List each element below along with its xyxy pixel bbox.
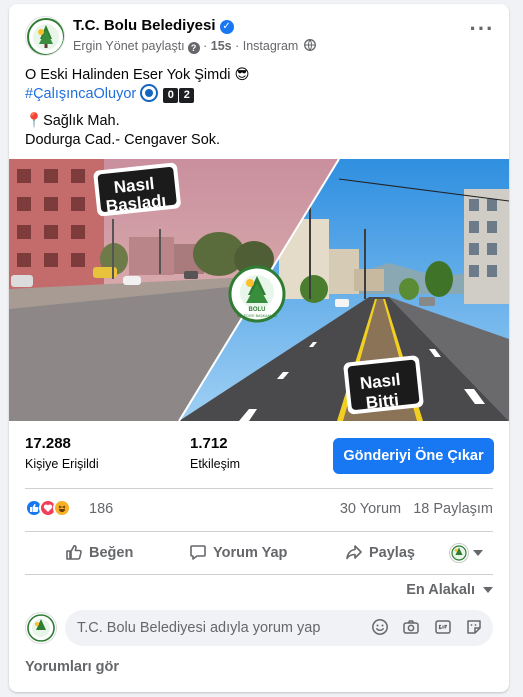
chevron-down-icon xyxy=(483,587,493,594)
gif-icon[interactable] xyxy=(434,618,452,636)
author-line: Ergin Yönet paylaştı xyxy=(73,39,185,53)
composer-icons xyxy=(362,618,483,641)
commenter-avatar xyxy=(25,612,57,644)
share-label: Paylaş xyxy=(369,545,415,561)
page-name-text[interactable]: T.C. Bolu Belediyesi xyxy=(73,17,216,34)
reach-stat[interactable]: 17.288 Kişiye Erişildi xyxy=(25,435,99,471)
camera-icon[interactable] xyxy=(402,618,420,636)
help-icon[interactable]: ? xyxy=(187,42,200,54)
comment-placeholder: T.C. Bolu Belediyesi adıyla yorum yap xyxy=(77,620,321,636)
sticker-icon[interactable] xyxy=(465,618,483,636)
nazar-icon xyxy=(142,86,157,100)
post-insights: 17.288 Kişiye Erişildi 1.712 Etkileşim G… xyxy=(9,421,509,487)
post-card: T.C. Bolu Belediyesi ✓ Ergin Yönet paylaş… xyxy=(9,4,509,692)
hashtag-link[interactable]: #ÇalışıncaOluyor xyxy=(25,86,136,102)
caption-line-2: #ÇalışıncaOluyor 02 xyxy=(25,85,493,104)
bolu-logo-icon: BOLU BELEDİYE BAŞKANLIĞI xyxy=(228,265,286,323)
action-bar: Beğen Yorum Yap Paylaş xyxy=(25,534,493,572)
reach-label: Kişiye Erişildi xyxy=(25,457,99,471)
post-source: Instagram xyxy=(242,39,299,53)
logo-subtext: BELEDİYE BAŞKANLIĞI xyxy=(237,313,277,318)
boost-post-button[interactable]: Gönderiyi Öne Çıkar xyxy=(333,438,494,474)
page-avatar-small xyxy=(449,543,469,563)
verified-badge-icon: ✓ xyxy=(219,20,234,34)
reach-value: 17.288 xyxy=(25,435,71,452)
comment-composer: T.C. Bolu Belediyesi adıyla yorum yap xyxy=(25,610,493,646)
comment-input[interactable]: T.C. Bolu Belediyesi adıyla yorum yap xyxy=(65,610,493,646)
caption-line-1: O Eski Halinden Eser Yok Şimdi 😎 xyxy=(25,67,250,83)
comment-button[interactable]: Yorum Yap xyxy=(189,534,287,572)
like-button[interactable]: Beğen xyxy=(65,534,133,572)
more-options-icon[interactable]: ··· xyxy=(467,18,497,46)
post-as-selector[interactable] xyxy=(449,543,483,563)
engagement-label: Etkileşim xyxy=(190,457,241,471)
engagement-stat[interactable]: 1.712 Etkileşim xyxy=(190,435,240,471)
comment-label: Yorum Yap xyxy=(213,545,288,561)
share-count[interactable]: 18 Paylaşım xyxy=(413,501,493,517)
share-button[interactable]: Paylaş xyxy=(345,534,415,572)
post-image[interactable]: Nasıl Başladı Nasıl Bitti BOLU BELEDİYE xyxy=(9,159,509,421)
view-comments-link[interactable]: Yorumları gör xyxy=(25,659,119,675)
pin-icon: 📍 xyxy=(25,113,44,129)
page-name[interactable]: T.C. Bolu Belediyesi ✓ xyxy=(73,17,234,34)
like-label: Beğen xyxy=(89,545,134,561)
comment-sort-dropdown[interactable]: En Alakalı xyxy=(406,582,493,598)
logo-text: BOLU xyxy=(249,307,266,313)
after-label-2: Bitti xyxy=(365,390,400,412)
divider xyxy=(25,531,493,532)
reactions-row: 186 30 Yorum 18 Paylaşım xyxy=(25,499,493,521)
keycap-0: 0 xyxy=(163,88,179,103)
page-avatar[interactable] xyxy=(25,16,65,56)
comment-count[interactable]: 30 Yorum xyxy=(340,501,401,517)
location-line-2: Dodurga Cad.- Cengaver Sok. xyxy=(25,132,221,148)
divider xyxy=(25,488,493,489)
sort-label: En Alakalı xyxy=(406,582,475,598)
haha-icon[interactable] xyxy=(53,499,71,517)
post-time[interactable]: 15s xyxy=(211,39,232,53)
post-meta: Ergin Yönet paylaştı? · 15s · Instagram xyxy=(73,39,316,54)
reaction-count[interactable]: 186 xyxy=(89,501,113,517)
keycap-2: 2 xyxy=(179,88,195,103)
share-icon xyxy=(346,545,362,560)
caption-line-3: 📍Sağlık Mah. xyxy=(25,112,493,131)
thumbs-up-icon xyxy=(66,544,82,560)
emoji-icon[interactable] xyxy=(371,618,389,636)
post-header: T.C. Bolu Belediyesi ✓ Ergin Yönet paylaş… xyxy=(25,16,497,60)
chevron-down-icon xyxy=(473,550,483,556)
comment-icon xyxy=(190,545,206,560)
post-caption: O Eski Halinden Eser Yok Şimdi 😎 #Çalışı… xyxy=(25,66,493,150)
engagement-value: 1.712 xyxy=(190,435,228,452)
globe-icon xyxy=(303,39,316,51)
location-line-1: Sağlık Mah. xyxy=(43,113,120,129)
divider xyxy=(25,574,493,575)
comment-share-counts: 30 Yorum 18 Paylaşım xyxy=(340,501,493,517)
